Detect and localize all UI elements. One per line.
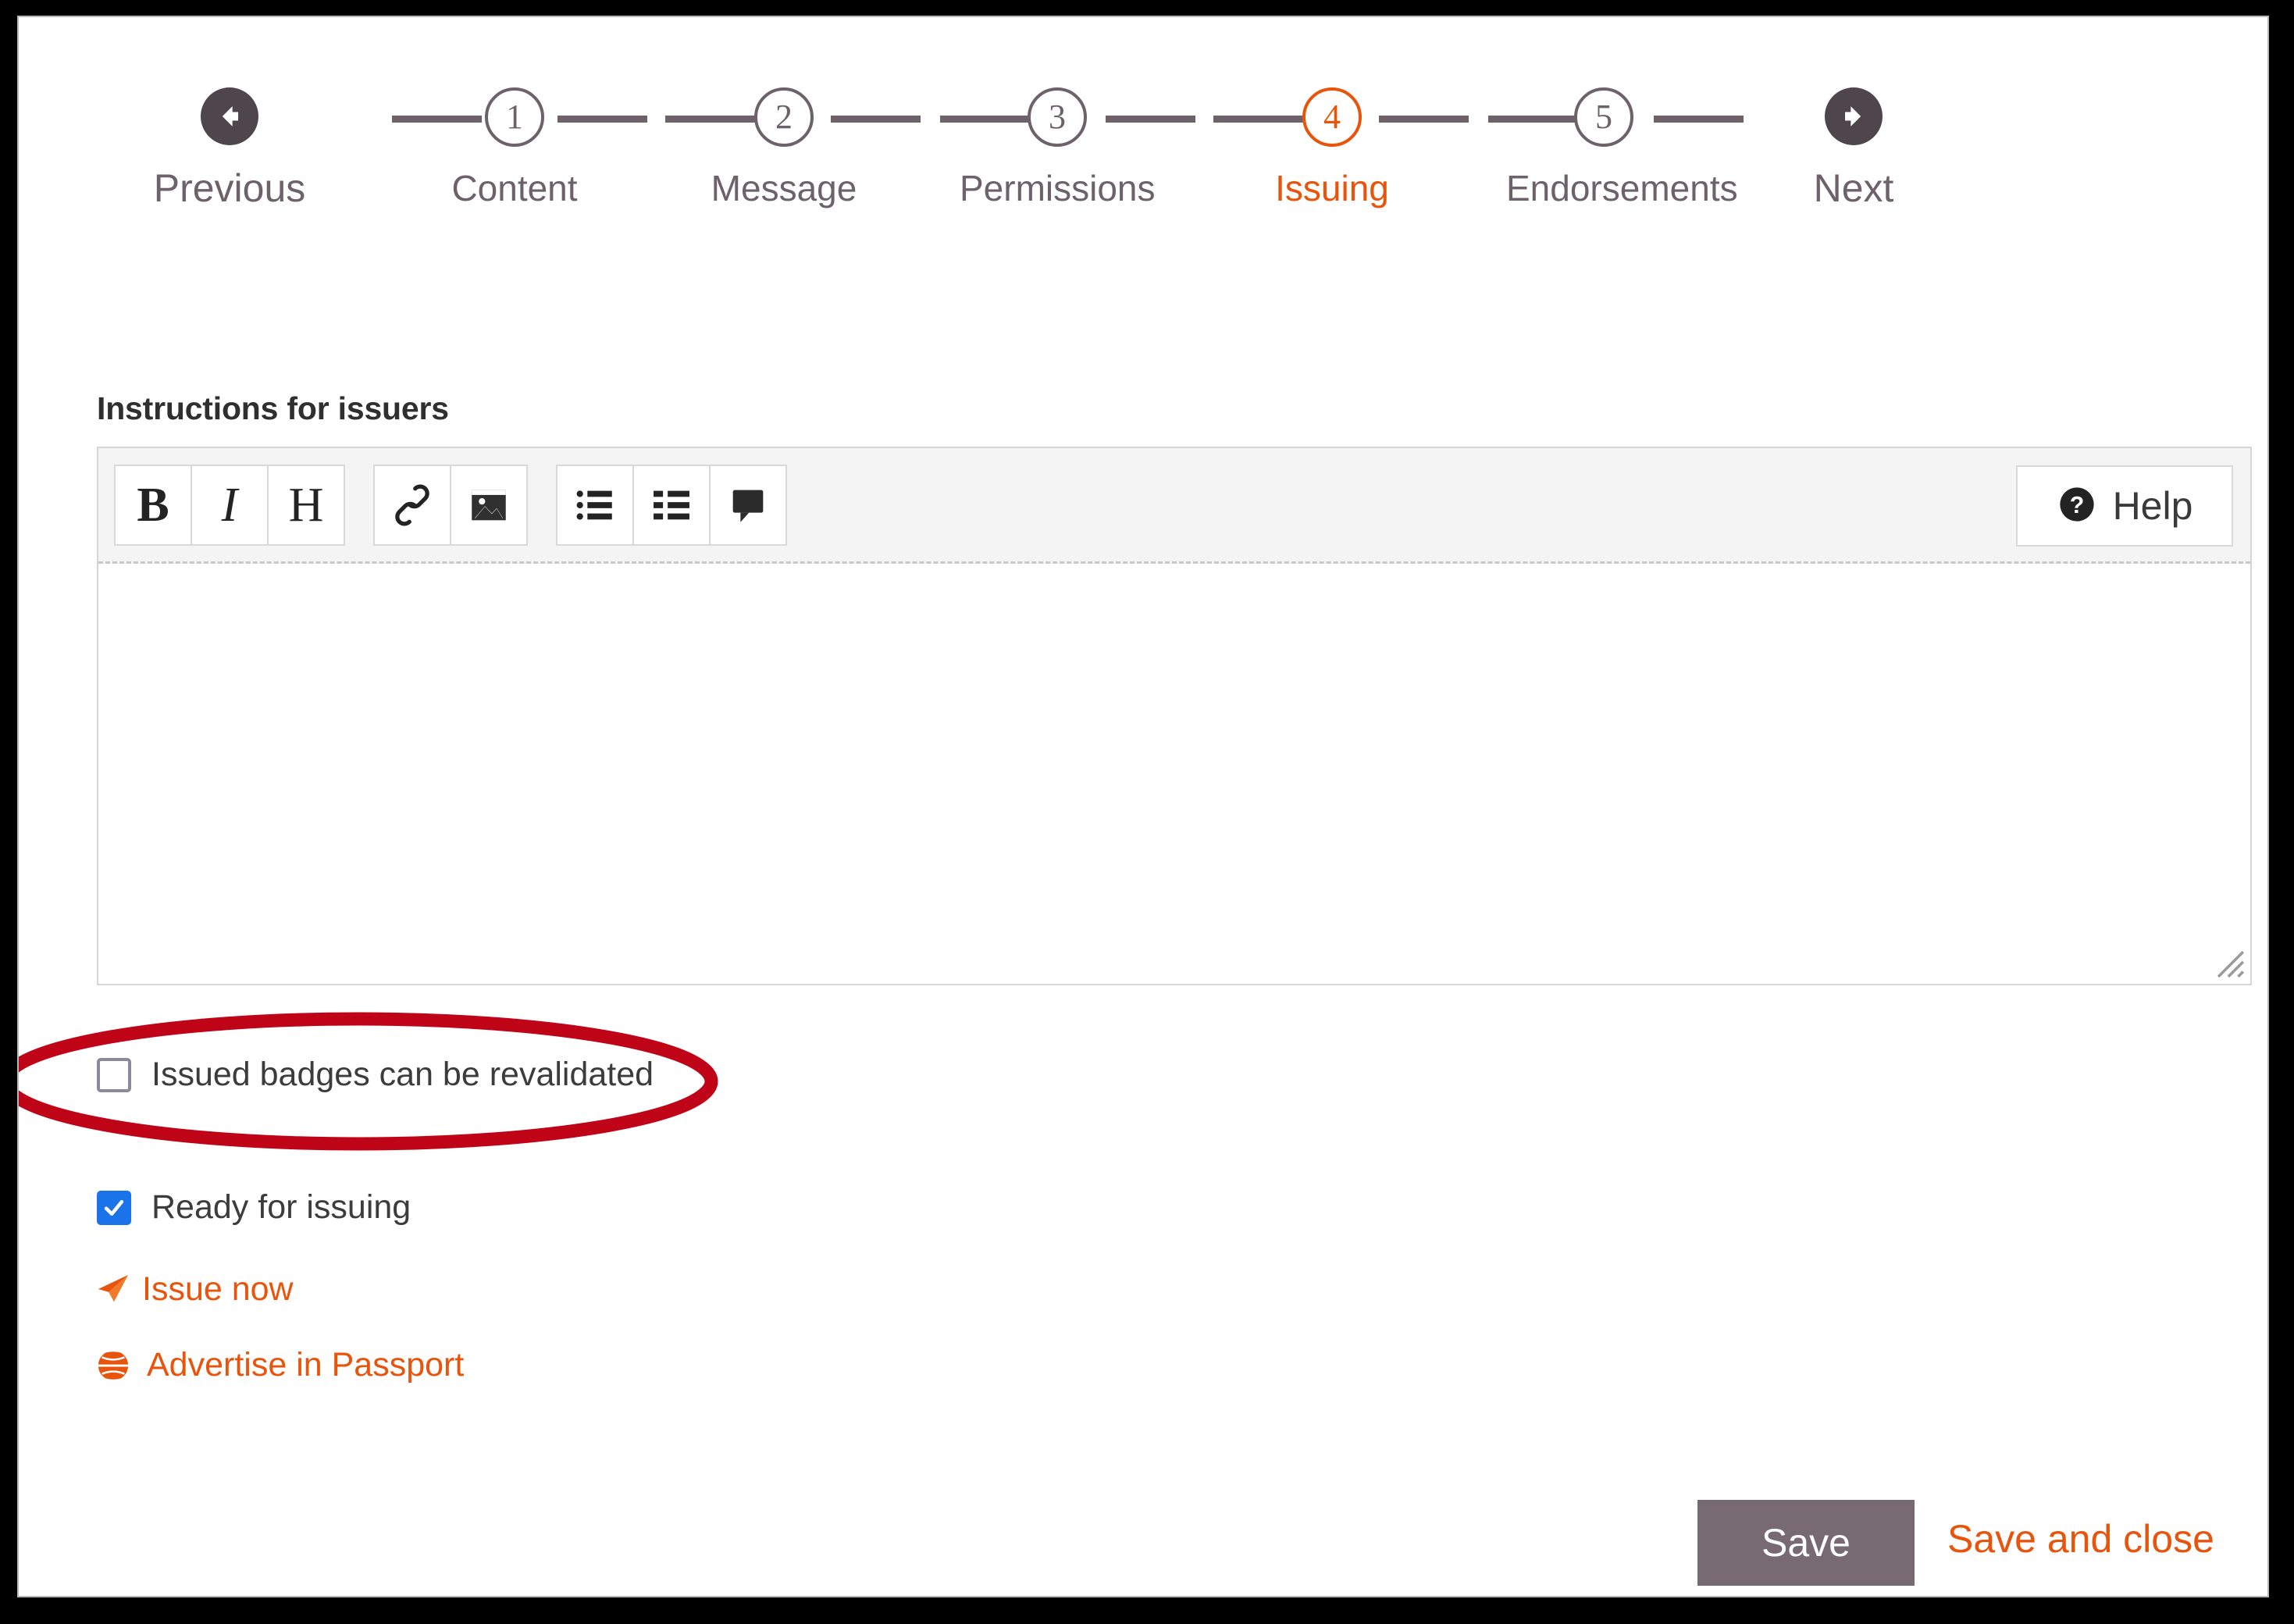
step-label-issuing: Issuing	[1275, 168, 1389, 208]
resize-grip-icon[interactable]	[2216, 949, 2246, 979]
instructions-for-issuers-label: Instructions for issuers	[97, 390, 449, 426]
bold-icon[interactable]: B	[114, 464, 192, 546]
step-message[interactable]: 2 Message	[686, 87, 882, 209]
save-and-close-link[interactable]: Save and close	[1947, 1516, 2214, 1562]
step-permissions[interactable]: 3 Permissions	[960, 87, 1156, 209]
step-label-message: Message	[711, 168, 857, 208]
revalidated-checkbox[interactable]	[97, 1057, 131, 1092]
help-label: Help	[2112, 484, 2193, 528]
heading-icon[interactable]: H	[267, 464, 345, 546]
step-circle-1: 1	[485, 87, 544, 147]
help-button[interactable]: ? Help	[2016, 465, 2233, 547]
ordered-list-icon[interactable]	[632, 464, 711, 546]
next-button[interactable]: Next	[1760, 87, 1947, 211]
arrow-right-circle-icon	[1825, 87, 1883, 145]
advertise-in-passport-link[interactable]: Advertise in Passport	[95, 1346, 464, 1384]
italic-glyph: I	[221, 478, 238, 532]
link-icon[interactable]	[373, 464, 451, 546]
bold-glyph: B	[137, 478, 169, 532]
step-circle-5: 5	[1574, 87, 1633, 147]
arrow-left-circle-icon	[201, 87, 258, 145]
page-frame: Previous 1 Content 2 Message 3 Permissio…	[17, 16, 2269, 1597]
editor-textarea[interactable]	[98, 564, 2250, 984]
revalidated-label: Issued badges can be revalidated	[151, 1056, 654, 1093]
issue-now-link[interactable]: Issue now	[95, 1270, 294, 1309]
editor-toolbar: B I H ? Help	[98, 448, 2250, 564]
step-circle-2: 2	[754, 87, 814, 147]
previous-label: Previous	[153, 166, 306, 210]
unordered-list-icon[interactable]	[556, 464, 634, 546]
italic-icon[interactable]: I	[191, 464, 269, 546]
advertise-in-passport-label: Advertise in Passport	[147, 1346, 465, 1384]
checkbox-row-revalidated[interactable]: Issued badges can be revalidated	[97, 1056, 654, 1094]
globe-icon	[95, 1348, 131, 1384]
step-content[interactable]: 1 Content	[417, 87, 612, 209]
step-label-permissions: Permissions	[960, 168, 1156, 208]
ready-for-issuing-label: Ready for issuing	[151, 1188, 411, 1226]
image-icon[interactable]	[450, 464, 528, 546]
previous-button[interactable]: Previous	[136, 87, 323, 211]
paper-plane-icon	[95, 1272, 131, 1308]
next-label: Next	[1813, 166, 1894, 210]
question-circle-icon: ?	[2057, 484, 2097, 529]
step-circle-3: 3	[1028, 87, 1087, 147]
step-label-endorsements: Endorsements	[1506, 168, 1738, 208]
svg-text:?: ?	[2069, 492, 2084, 518]
step-label-content: Content	[451, 168, 578, 208]
toolbar-group-text: B I H	[114, 464, 345, 546]
save-button[interactable]: Save	[1697, 1500, 1915, 1586]
checkbox-row-ready-for-issuing[interactable]: Ready for issuing	[97, 1188, 411, 1227]
step-issuing[interactable]: 4 Issuing	[1234, 87, 1430, 209]
comment-icon[interactable]	[709, 464, 787, 546]
instructions-editor: B I H ? Help	[97, 447, 2252, 985]
wizard-stepper: Previous 1 Content 2 Message 3 Permissio…	[19, 17, 2267, 275]
ready-for-issuing-checkbox[interactable]	[97, 1190, 131, 1225]
toolbar-group-media	[373, 464, 528, 546]
issue-now-label: Issue now	[142, 1270, 294, 1308]
step-endorsements[interactable]: 5 Endorsements	[1506, 87, 1738, 209]
heading-glyph: H	[288, 478, 324, 532]
step-circle-4: 4	[1302, 87, 1362, 147]
toolbar-group-lists	[556, 464, 787, 546]
